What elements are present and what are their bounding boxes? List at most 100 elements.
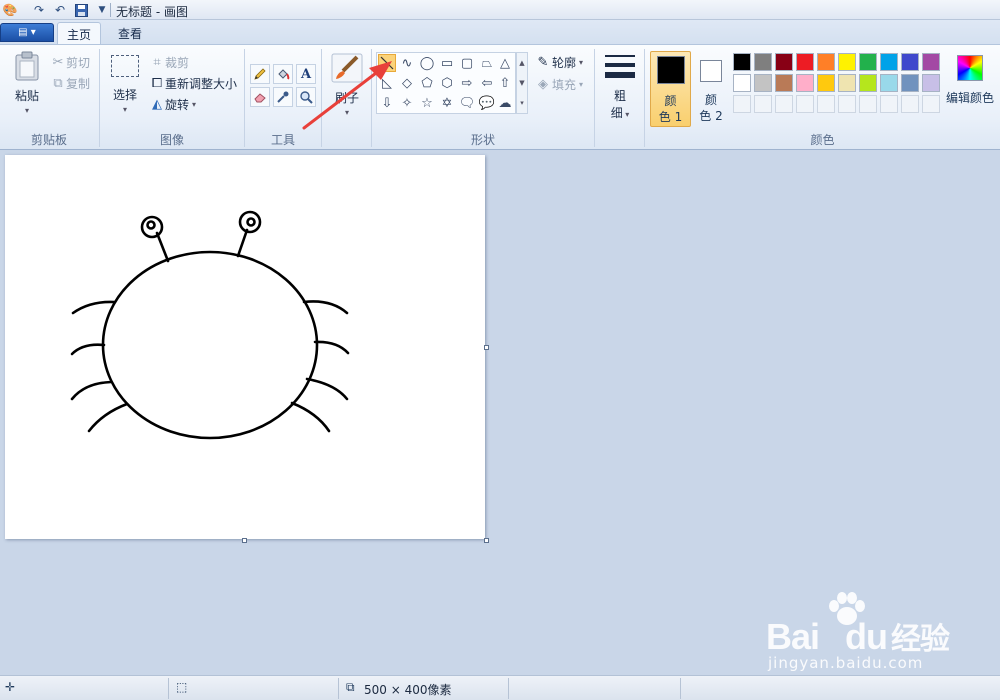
customize-quick-access-icon[interactable]: ▼ [94, 2, 110, 18]
palette-color-swatch[interactable] [796, 74, 814, 92]
palette-color-swatch[interactable] [838, 74, 856, 92]
custom-color-slot[interactable] [838, 95, 856, 113]
resize-button[interactable]: ⧠ 重新调整大小 [149, 75, 237, 92]
image-group-label: 图像 [159, 133, 184, 147]
custom-color-slot[interactable] [817, 95, 835, 113]
resize-label: 重新调整大小 [165, 77, 238, 91]
palette-color-swatch[interactable] [901, 53, 919, 71]
rect-callout-shape-icon[interactable]: 🗨 [458, 94, 476, 112]
custom-color-slot[interactable] [859, 95, 877, 113]
color-picker-icon[interactable] [273, 87, 293, 107]
line-size-icon [605, 55, 635, 78]
palette-color-swatch[interactable] [733, 74, 751, 92]
resize-handle-corner[interactable] [484, 538, 489, 543]
color2-button[interactable]: 颜 色 2 [692, 51, 730, 127]
paste-button[interactable]: 粘贴 ▾ [8, 51, 46, 115]
custom-color-slot[interactable] [775, 95, 793, 113]
five-point-star-shape-icon[interactable]: ☆ [418, 94, 436, 112]
pencil-icon[interactable] [250, 64, 270, 84]
scroll-up-icon[interactable]: ▲ [519, 59, 524, 67]
cut-button[interactable]: ✂ 剪切 [50, 54, 90, 71]
outline-button[interactable]: ✎ 轮廓 ▾ [534, 54, 583, 71]
palette-color-swatch[interactable] [796, 53, 814, 71]
paste-dropdown-icon: ▾ [24, 106, 29, 115]
drawing-canvas[interactable] [5, 155, 485, 539]
fill-button[interactable]: ◈ 填充 ▾ [534, 76, 583, 93]
custom-color-slot[interactable] [754, 95, 772, 113]
rotate-button[interactable]: ◭ 旋转 ▾ [149, 96, 196, 113]
group-separator [594, 49, 595, 147]
cursor-position-icon: ✛ [5, 680, 16, 694]
oval-shape-icon[interactable]: ◯ [418, 54, 436, 72]
rainbow-palette-icon [957, 55, 983, 81]
window-title: 无标题 - 画图 [116, 5, 188, 19]
select-button[interactable]: 选择 ▾ [106, 55, 144, 114]
color2-label-line1: 颜 [704, 93, 717, 107]
custom-color-slot[interactable] [733, 95, 751, 113]
copy-button[interactable]: ⧉ 复制 [50, 75, 90, 92]
oval-callout-shape-icon[interactable]: 💬 [478, 94, 496, 112]
crop-button[interactable]: ⌗ 裁剪 [149, 54, 189, 71]
cloud-callout-shape-icon[interactable]: ☁ [496, 94, 514, 112]
paint-menu-icon: ▤ ▾ [18, 27, 36, 38]
pentagon-shape-icon[interactable]: ⬠ [418, 74, 436, 92]
undo-icon[interactable]: ↶ [52, 2, 68, 18]
paste-label: 粘贴 [14, 89, 39, 103]
watermark-url: jingyan.baidu.com [768, 654, 924, 672]
expand-gallery-icon[interactable]: ▾ [520, 99, 524, 107]
palette-color-swatch[interactable] [775, 74, 793, 92]
tab-home[interactable]: 主页 [57, 22, 101, 45]
palette-color-swatch[interactable] [922, 74, 940, 92]
right-arrow-shape-icon[interactable]: ⇨ [458, 74, 476, 92]
copy-label: 复制 [66, 77, 91, 91]
title-separator [110, 3, 111, 17]
hexagon-shape-icon[interactable]: ⬡ [438, 74, 456, 92]
palette-color-swatch[interactable] [775, 53, 793, 71]
resize-icon: ⧠ [151, 76, 163, 91]
status-separator [508, 678, 509, 699]
paint-menu-button[interactable]: ▤ ▾ [0, 23, 54, 42]
color1-button[interactable]: 颜 色 1 [650, 51, 691, 127]
palette-color-swatch[interactable] [754, 74, 772, 92]
palette-color-swatch[interactable] [859, 74, 877, 92]
custom-color-slot[interactable] [922, 95, 940, 113]
rounded-rectangle-shape-icon[interactable]: ▢ [458, 54, 476, 72]
palette-color-swatch[interactable] [859, 53, 877, 71]
up-arrow-shape-icon[interactable]: ⇧ [496, 74, 514, 92]
triangle-shape-icon[interactable]: △ [496, 54, 514, 72]
palette-color-swatch[interactable] [817, 74, 835, 92]
eraser-icon[interactable] [250, 87, 270, 107]
custom-color-slot[interactable] [880, 95, 898, 113]
fill-dropdown-icon: ▾ [579, 80, 584, 89]
scroll-down-icon[interactable]: ▼ [519, 79, 524, 87]
six-point-star-shape-icon[interactable]: ✡ [438, 94, 456, 112]
save-icon[interactable] [73, 2, 89, 18]
custom-color-slot[interactable] [796, 95, 814, 113]
custom-color-slot[interactable] [901, 95, 919, 113]
left-arrow-shape-icon[interactable]: ⇦ [478, 74, 496, 92]
palette-color-swatch[interactable] [754, 53, 772, 71]
rotate-dropdown-icon: ▾ [192, 100, 197, 109]
polygon-shape-icon[interactable]: ⏢ [478, 54, 496, 72]
tab-view[interactable]: 查看 [110, 22, 150, 44]
resize-handle-bottom[interactable] [242, 538, 247, 543]
fill-bucket-icon[interactable] [273, 64, 293, 84]
palette-color-swatch[interactable] [838, 53, 856, 71]
redo-icon[interactable]: ↷ [31, 2, 47, 18]
paint-app-icon[interactable]: 🎨 [2, 2, 18, 18]
palette-color-swatch[interactable] [922, 53, 940, 71]
resize-handle-right[interactable] [484, 345, 489, 350]
baidu-watermark: Bai du 经验 jingyan.baidu.com [766, 592, 966, 672]
palette-color-swatch[interactable] [880, 53, 898, 71]
palette-color-swatch[interactable] [880, 74, 898, 92]
rectangle-shape-icon[interactable]: ▭ [438, 54, 456, 72]
palette-color-swatch[interactable] [817, 53, 835, 71]
palette-color-swatch[interactable] [733, 53, 751, 71]
watermark-brand-cn: 经验 [891, 623, 950, 656]
edit-colors-button[interactable]: 编辑颜色 [944, 53, 996, 129]
shapes-gallery-scroller[interactable]: ▲ ▼ ▾ [516, 52, 528, 114]
outline-label: 轮廓 [552, 56, 577, 70]
copy-icon: ⧉ [53, 76, 63, 91]
size-button[interactable]: 粗 细 ▾ [600, 53, 640, 121]
palette-color-swatch[interactable] [901, 74, 919, 92]
